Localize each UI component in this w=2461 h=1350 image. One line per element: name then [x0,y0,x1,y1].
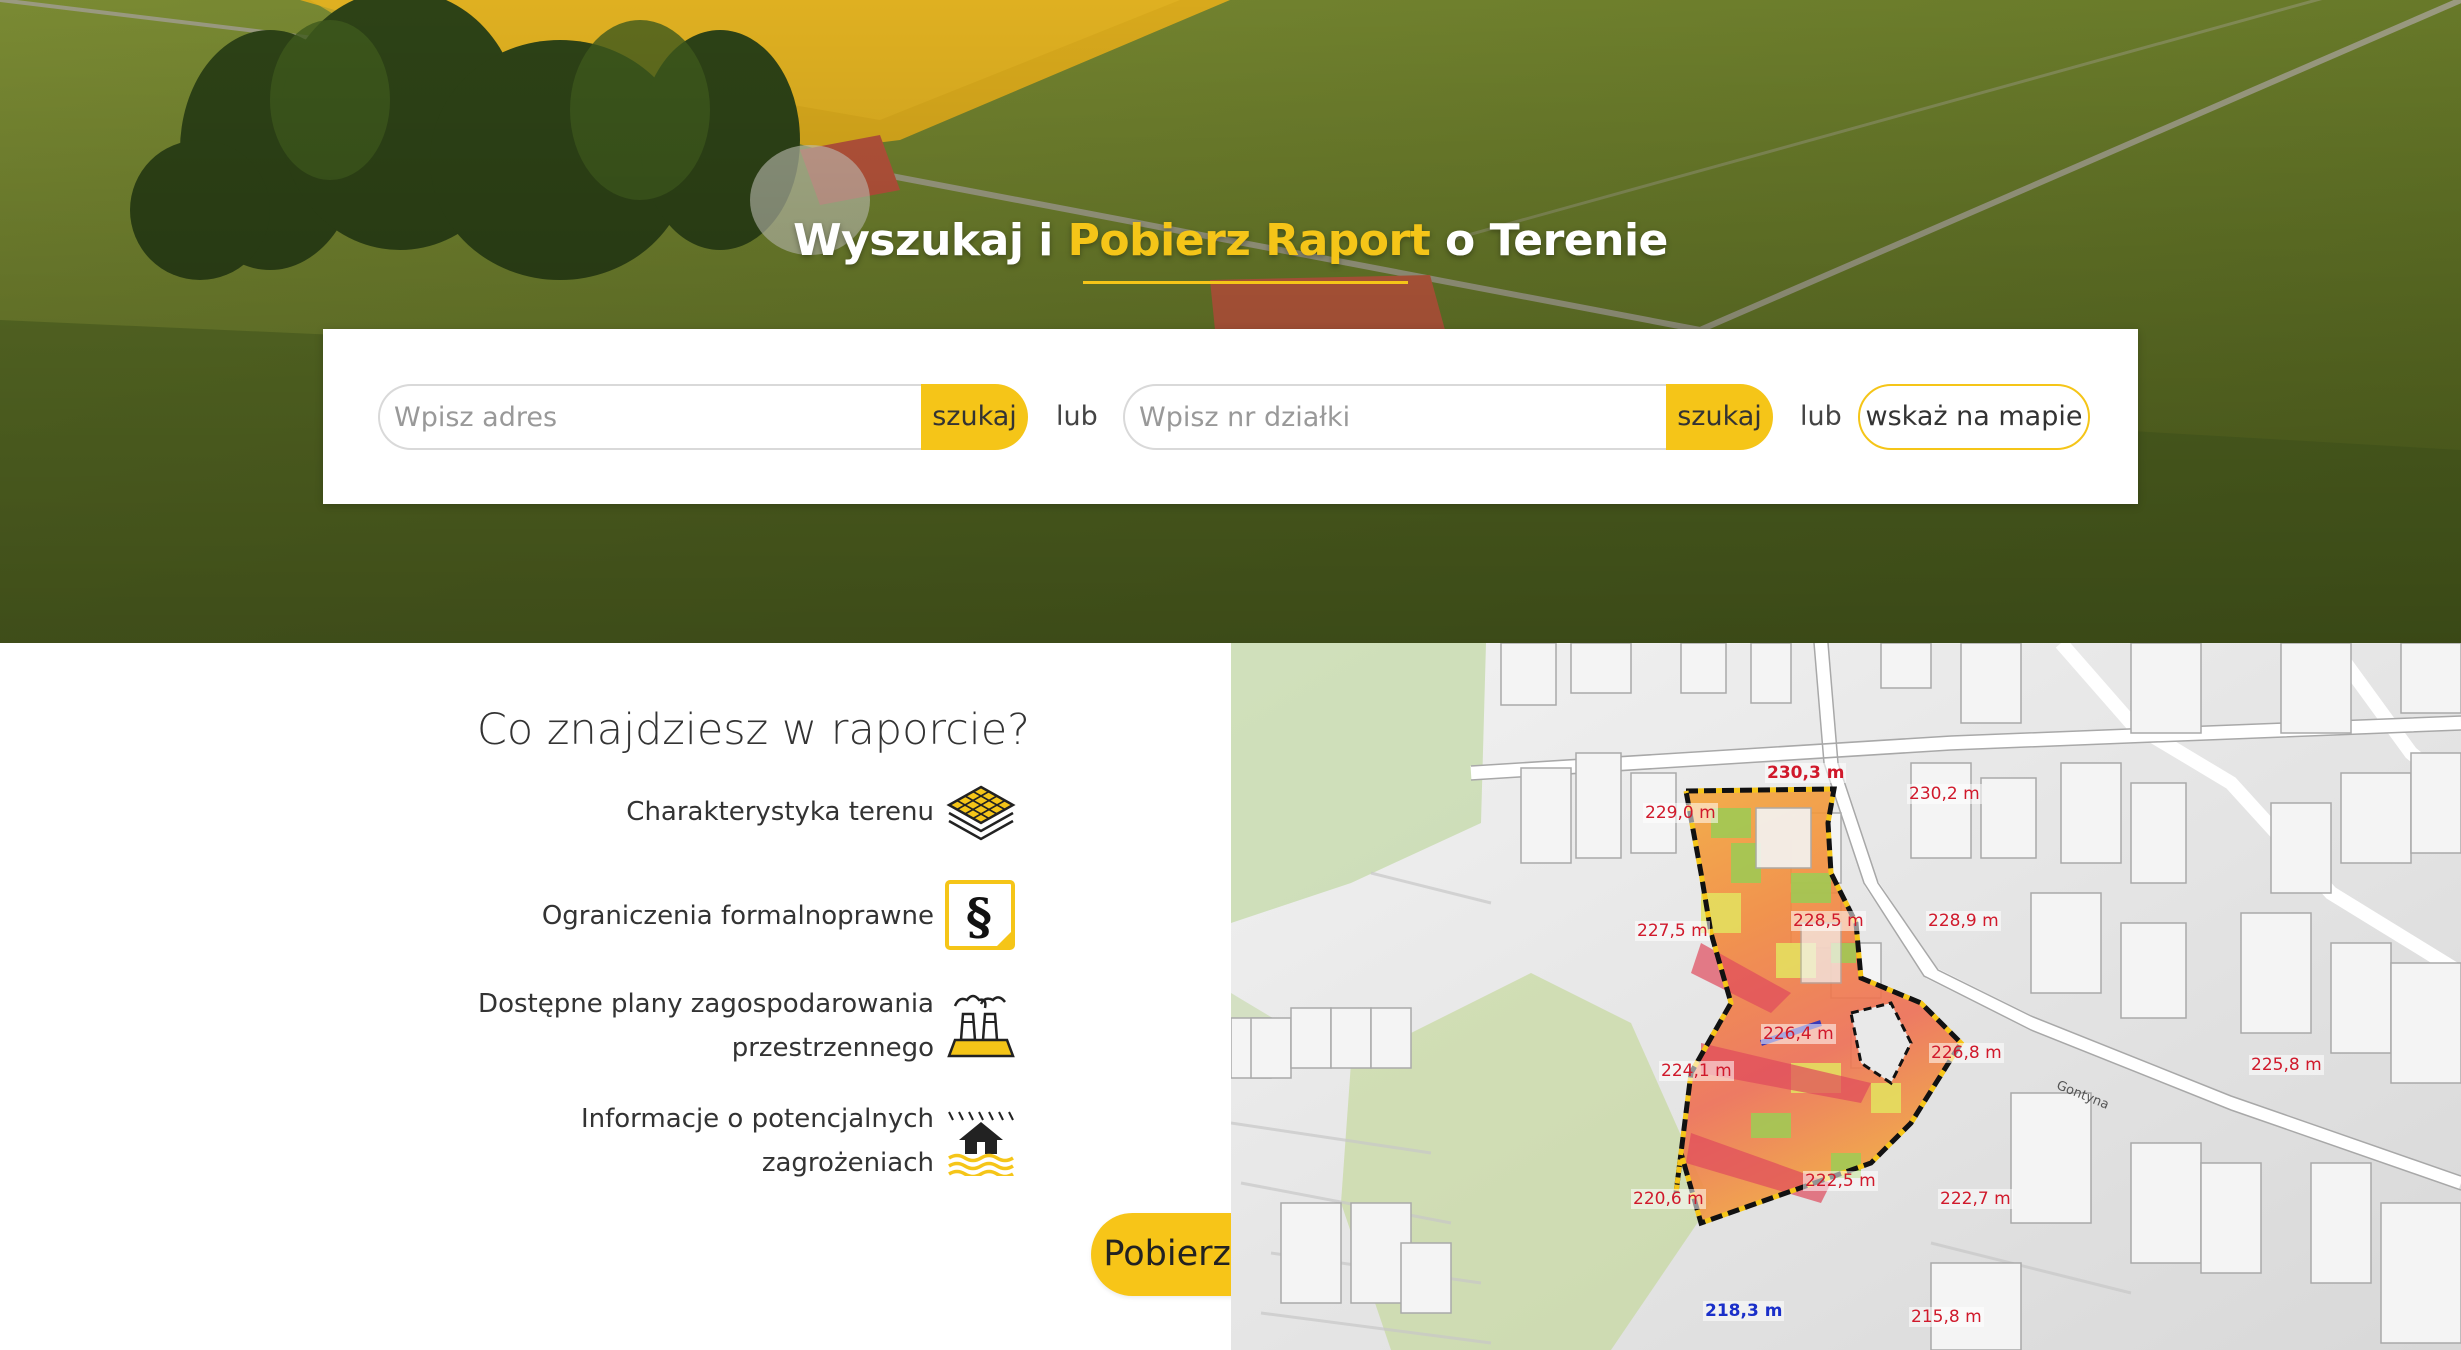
title-underline [1083,281,1408,284]
elevation-label: 222,7 m [1938,1189,2013,1209]
paragraph-icon: § [945,880,1015,950]
feature-label: Ograniczenia formalnoprawne [541,901,934,931]
elevation-label: 229,0 m [1643,803,1718,823]
hero-title-part1: Wyszukaj i [793,215,1068,266]
elevation-label: 226,8 m [1929,1043,2004,1063]
hero-title-highlight: Pobierz Raport [1067,215,1431,266]
feature-plans: Dostępne plany zagospodarowania przestrz… [478,982,934,1070]
address-search-input[interactable] [378,384,921,450]
elevation-label: 215,8 m [1909,1307,1984,1327]
terrain-map[interactable]: 230,3 m 229,0 m 230,2 m 228,5 m 228,9 m … [1231,643,2461,1350]
feature-label: Charakterystyka terenu [626,797,934,827]
elevation-label: 228,5 m [1791,911,1866,931]
elevation-label: 228,9 m [1926,911,2001,931]
hero-title-part2: o Terenie [1430,215,1668,266]
report-heading: Co znajdziesz w raporcie? [476,705,1030,755]
or-separator: lub [1056,401,1098,432]
factory-plan-icon [947,994,1015,1058]
elevation-label: 226,4 m [1761,1024,1836,1044]
feature-label: Informacje o potencjalnych [580,1104,934,1134]
address-search-button[interactable]: szukaj [921,384,1028,450]
elevation-label: 225,8 m [2249,1055,2324,1075]
or-separator: lub [1800,401,1842,432]
elevation-label: 230,3 m [1765,763,1847,783]
feature-legal: Ograniczenia formalnoprawne [542,894,934,938]
map-canvas [1231,643,2461,1350]
elevation-label: 222,5 m [1803,1171,1878,1191]
parcel-search-input[interactable] [1123,384,1666,450]
parcel-search: szukaj [1123,384,1773,450]
feature-label-cont: przestrzennego [731,1033,934,1063]
hero-background-image [0,0,2461,643]
hero-title: Wyszukaj i Pobierz Raport o Terenie [0,215,2461,266]
parcel-search-button[interactable]: szukaj [1666,384,1773,450]
feature-hazards: Informacje o potencjalnych zagrożeniach [581,1097,934,1185]
elevation-label: 230,2 m [1907,784,1982,804]
lowest-point-label: 218,3 m [1703,1301,1785,1321]
search-panel: szukaj lub szukaj lub wskaż na mapie [323,329,2138,504]
elevation-label: 227,5 m [1635,921,1710,941]
feature-terrain: Charakterystyka terenu [626,790,934,834]
terrain-grid-icon [946,785,1016,841]
feature-label-cont: zagrożeniach [761,1148,934,1178]
svg-text:§: § [966,887,992,946]
elevation-label: 224,1 m [1659,1061,1734,1081]
select-on-map-button[interactable]: wskaż na mapie [1858,384,2090,450]
address-search: szukaj [378,384,1028,450]
flood-house-icon [948,1111,1014,1176]
hero-banner: Wyszukaj i Pobierz Raport o Terenie szuk… [0,0,2461,643]
feature-label: Dostępne plany zagospodarowania [478,989,934,1019]
elevation-label: 220,6 m [1631,1189,1706,1209]
